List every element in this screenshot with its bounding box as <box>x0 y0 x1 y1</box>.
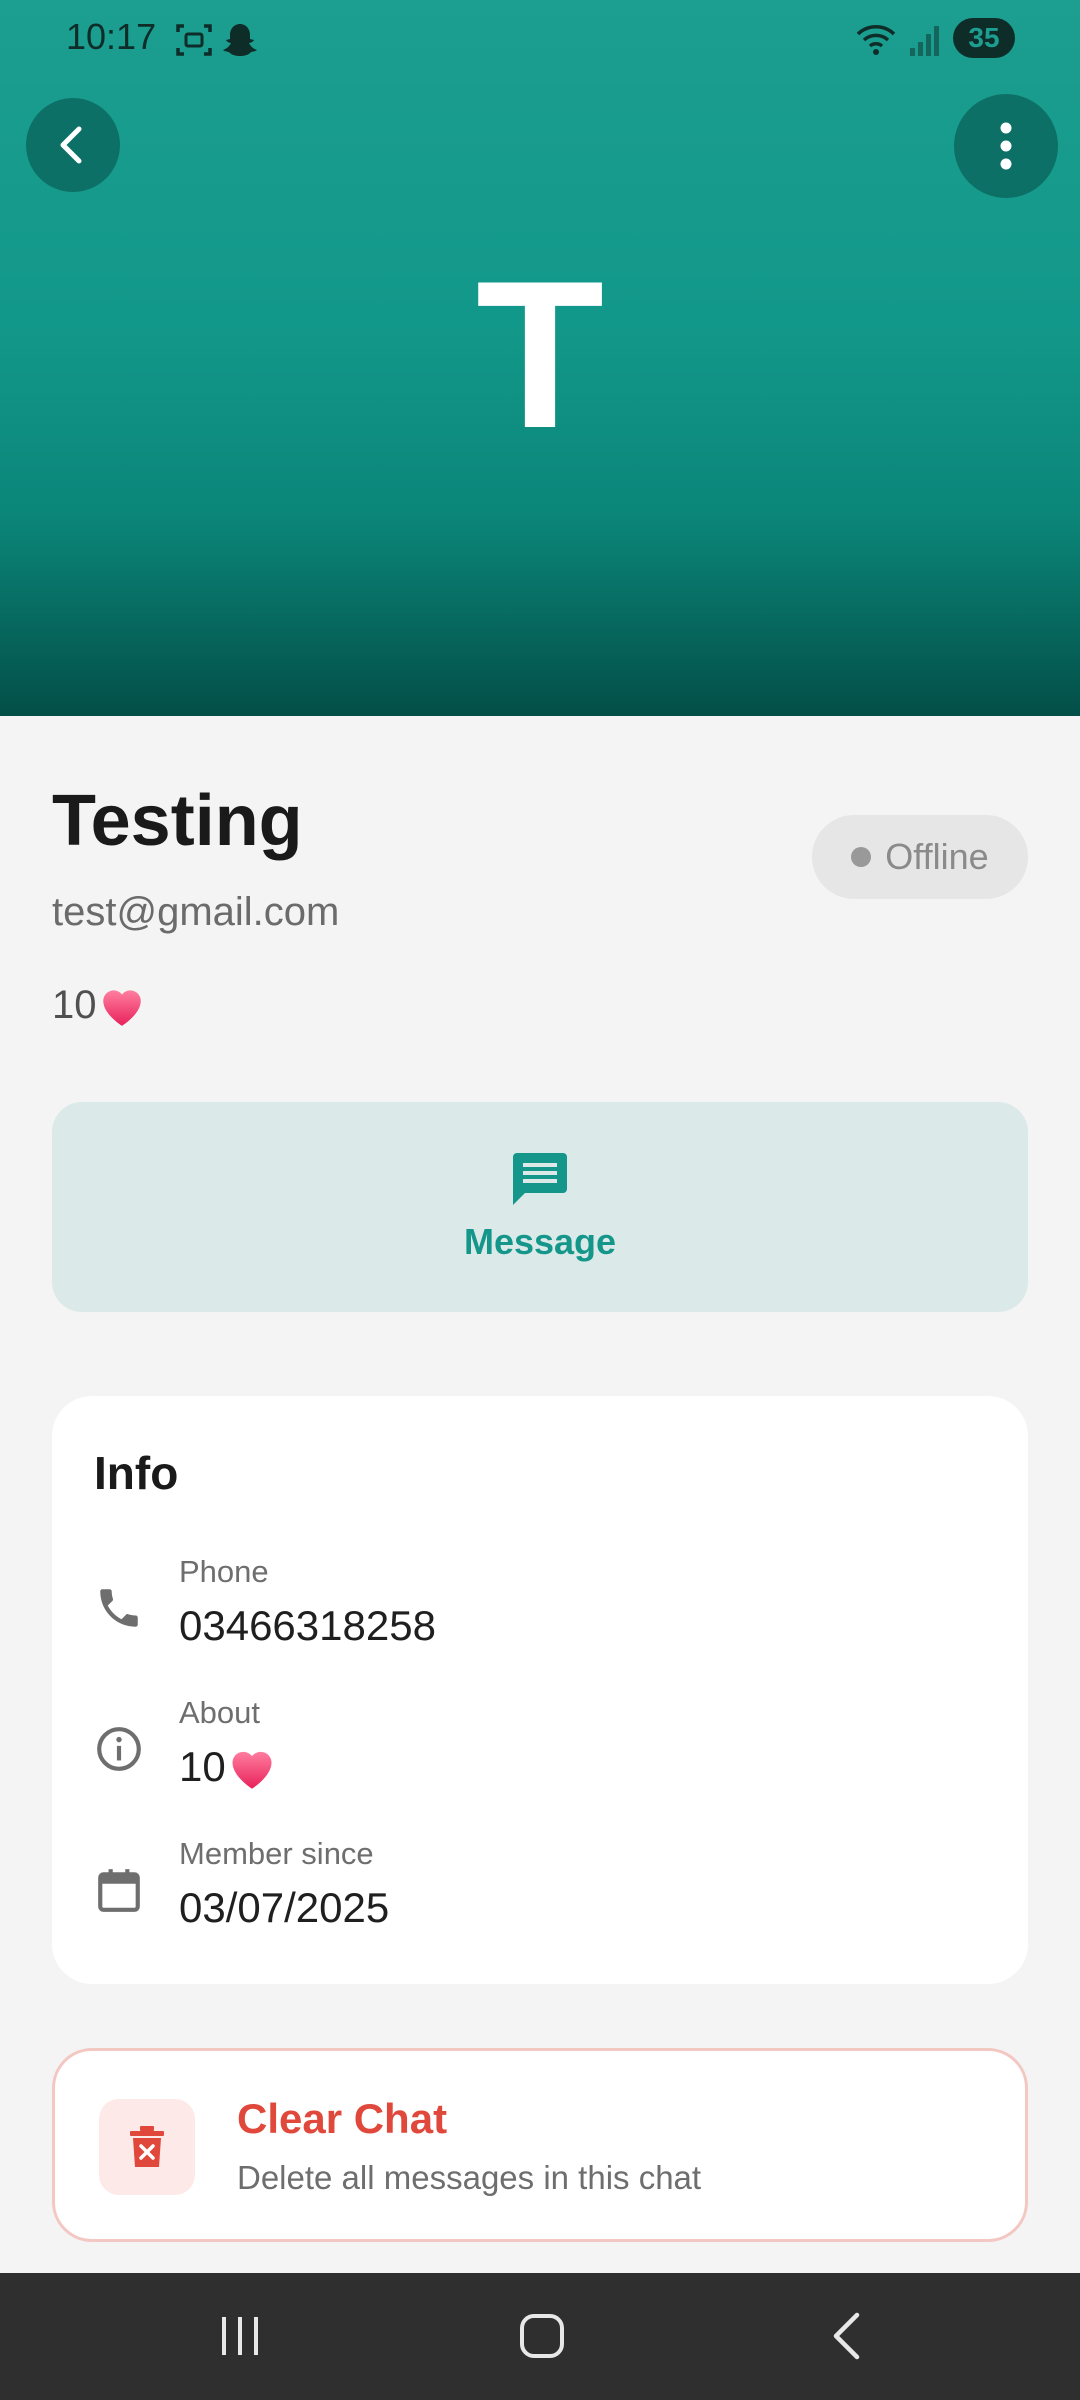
heart-icon <box>232 1751 272 1789</box>
home-button[interactable] <box>502 2303 582 2369</box>
message-label: Message <box>463 1221 617 1262</box>
bio-text: 10 <box>52 982 97 1027</box>
clear-chat-button[interactable]: Clear Chat Delete all messages in this c… <box>52 2048 1028 2242</box>
profile-header: 10:17 35 T <box>0 0 1080 716</box>
status-time: 10:17 <box>66 16 157 57</box>
screenshot-icon <box>176 24 212 56</box>
battery-indicator: 35 <box>953 18 1015 58</box>
trash-icon <box>130 2126 164 2167</box>
info-label-phone: Phone <box>179 1554 269 1589</box>
system-back-button[interactable] <box>806 2303 886 2369</box>
phone-icon <box>100 1589 138 1627</box>
info-icon <box>97 1727 141 1771</box>
chat-bubble-icon <box>513 1153 567 1205</box>
status-bar: 10:17 35 <box>0 0 1080 80</box>
status-dot <box>851 847 872 867</box>
contact-bio: 10 <box>52 982 147 1028</box>
calendar-icon <box>98 1869 140 1912</box>
clear-chat-title: Clear Chat <box>237 2095 448 2142</box>
recents-icon <box>222 2317 258 2355</box>
more-options-button[interactable] <box>954 94 1058 198</box>
info-label-about: About <box>179 1695 261 1730</box>
info-value-member-since: 03/07/2025 <box>179 1884 390 1931</box>
message-button[interactable]: Message <box>52 1102 1028 1312</box>
back-icon <box>833 2312 860 2360</box>
info-row-about: About 10 <box>52 1695 1028 1815</box>
recents-button[interactable] <box>200 2303 280 2369</box>
info-label-member-since: Member since <box>179 1836 374 1871</box>
system-nav-bar <box>0 2273 1080 2400</box>
heart-icon <box>102 990 141 1026</box>
status-badge: Offline <box>812 815 1028 899</box>
about-text: 10 <box>179 1743 226 1790</box>
avatar-initial: T <box>475 237 605 472</box>
status-label: Offline <box>885 836 989 877</box>
info-value-phone: 03466318258 <box>179 1602 436 1649</box>
home-icon <box>520 2314 564 2358</box>
wifi-icon <box>856 25 896 55</box>
snapchat-icon <box>223 24 257 56</box>
info-value-about: 10 <box>179 1743 278 1791</box>
contact-email: test@gmail.com <box>52 890 340 934</box>
clear-chat-subtitle: Delete all messages in this chat <box>237 2159 702 2196</box>
info-title: Info <box>94 1447 179 1499</box>
clear-chat-icon-box <box>99 2099 195 2195</box>
info-row-phone[interactable]: Phone 03466318258 <box>52 1554 1028 1674</box>
signal-icon <box>910 26 939 56</box>
info-card: Info Phone 03466318258 About 10 Member s… <box>52 1396 1028 1984</box>
info-row-member-since: Member since 03/07/2025 <box>52 1836 1028 1956</box>
back-button[interactable] <box>26 98 120 192</box>
more-vertical-icon <box>1000 122 1012 170</box>
contact-name: Testing <box>52 781 303 861</box>
chevron-left-icon <box>60 126 82 164</box>
